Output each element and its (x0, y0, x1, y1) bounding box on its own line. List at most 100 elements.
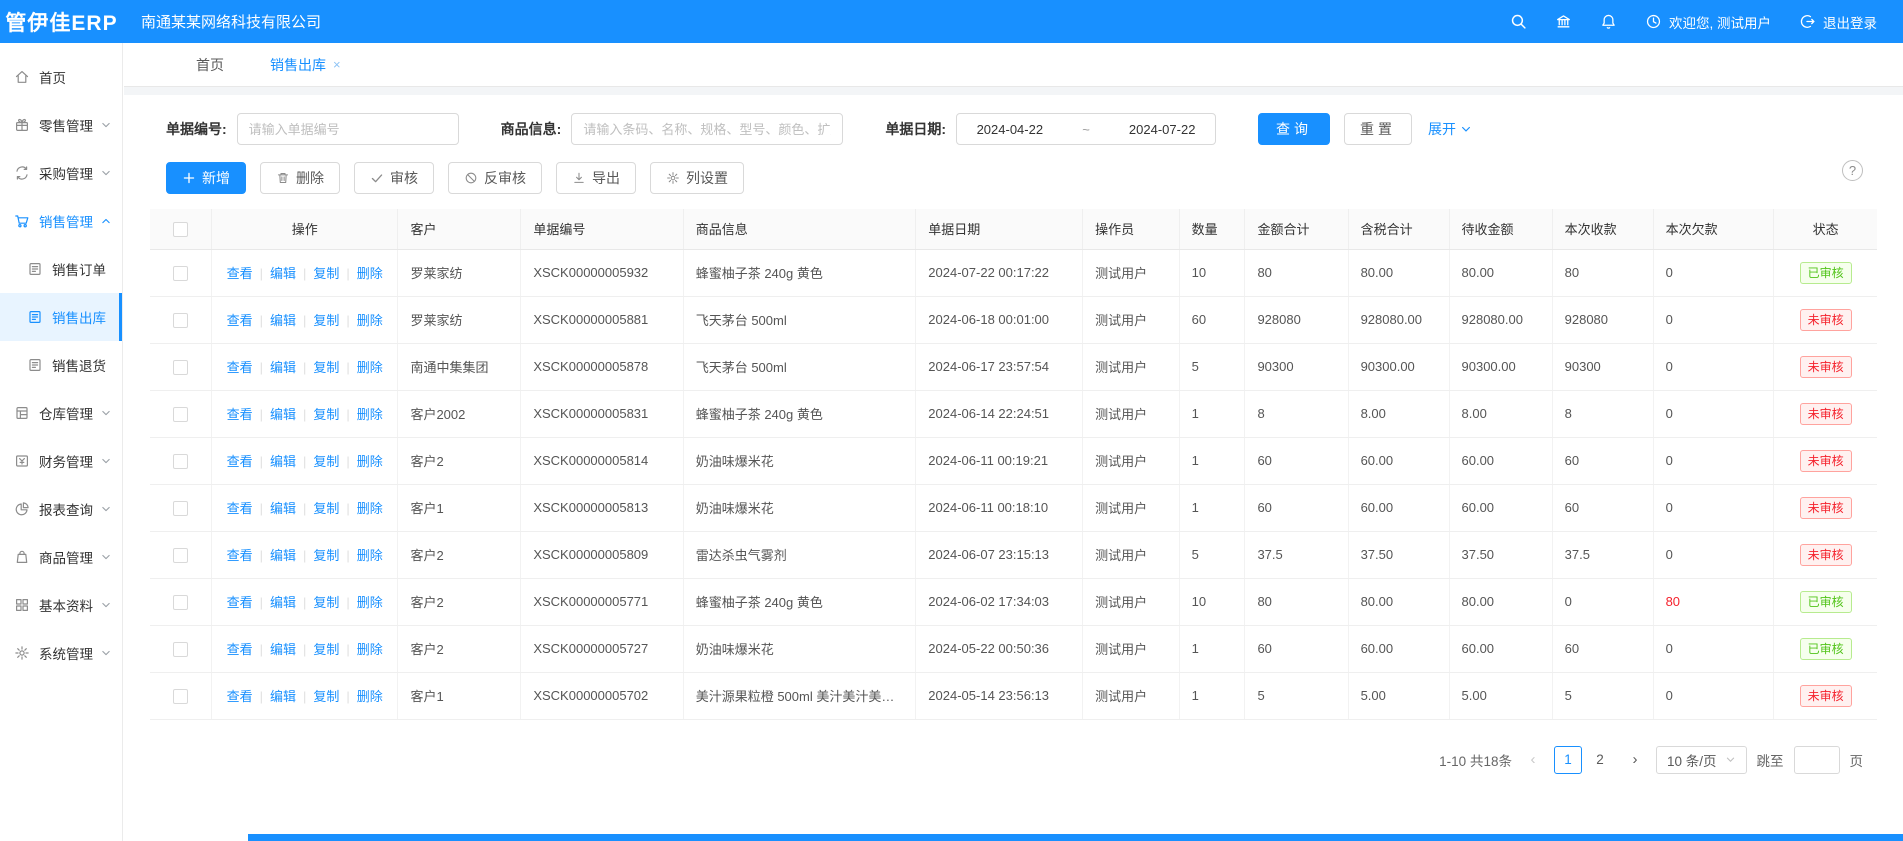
logout-button[interactable]: 退出登录 (1799, 12, 1877, 32)
row-checkbox[interactable] (173, 548, 188, 563)
row-action-0[interactable]: 查看 (227, 595, 253, 610)
doc-no-input[interactable] (237, 113, 459, 145)
row-action-2[interactable]: 复制 (313, 454, 339, 469)
row-action-2[interactable]: 复制 (313, 266, 339, 281)
tab-0[interactable]: 首页 (196, 55, 224, 75)
tab-1[interactable]: 销售出库× (270, 55, 341, 75)
row-action-3[interactable]: 删除 (357, 501, 383, 516)
row-action-3[interactable]: 删除 (357, 689, 383, 704)
row-action-3[interactable]: 删除 (357, 454, 383, 469)
jump-page-input[interactable] (1794, 746, 1840, 774)
status-badge: 未审核 (1800, 403, 1852, 425)
row-action-3[interactable]: 删除 (357, 266, 383, 281)
sidebar-item-10[interactable]: 商品管理 (0, 533, 122, 581)
row-action-1[interactable]: 编辑 (270, 595, 296, 610)
row-action-0[interactable]: 查看 (227, 642, 253, 657)
amount-tax-cell: 60.00 (1348, 437, 1449, 484)
row-action-0[interactable]: 查看 (227, 548, 253, 563)
row-checkbox[interactable] (173, 454, 188, 469)
row-action-0[interactable]: 查看 (227, 266, 253, 281)
row-action-0[interactable]: 查看 (227, 313, 253, 328)
sidebar-item-7[interactable]: 仓库管理 (0, 389, 122, 437)
amount-cell: 60 (1245, 437, 1348, 484)
sidebar-item-11[interactable]: 基本资料 (0, 581, 122, 629)
search-icon[interactable] (1510, 13, 1527, 30)
sidebar-item-0[interactable]: 首页 (0, 53, 122, 101)
row-action-3[interactable]: 删除 (357, 313, 383, 328)
row-action-2[interactable]: 复制 (313, 407, 339, 422)
row-action-3[interactable]: 删除 (357, 407, 383, 422)
search-button[interactable]: 查询 (1258, 113, 1330, 145)
prev-page-button[interactable]: ‹ (1522, 746, 1544, 774)
sidebar-item-8[interactable]: 财务管理 (0, 437, 122, 485)
product-info-input[interactable] (571, 113, 843, 145)
row-action-1[interactable]: 编辑 (270, 360, 296, 375)
row-checkbox[interactable] (173, 266, 188, 281)
sidebar-item-12[interactable]: 系统管理 (0, 629, 122, 677)
row-action-1[interactable]: 编辑 (270, 689, 296, 704)
date-range-picker[interactable]: 2024-04-22 ~ 2024-07-22 (956, 113, 1216, 145)
sidebar-item-6[interactable]: 销售退货 (0, 341, 122, 389)
row-action-3[interactable]: 删除 (357, 595, 383, 610)
page-number-1[interactable]: 1 (1554, 746, 1582, 774)
sidebar-item-4[interactable]: 销售订单 (0, 245, 122, 293)
row-checkbox[interactable] (173, 642, 188, 657)
row-action-1[interactable]: 编辑 (270, 407, 296, 422)
sidebar-item-9[interactable]: 报表查询 (0, 485, 122, 533)
row-checkbox[interactable] (173, 360, 188, 375)
row-action-2[interactable]: 复制 (313, 689, 339, 704)
row-checkbox[interactable] (173, 407, 188, 422)
row-action-2[interactable]: 复制 (313, 313, 339, 328)
row-checkbox[interactable] (173, 689, 188, 704)
row-action-0[interactable]: 查看 (227, 407, 253, 422)
date-end[interactable]: 2024-07-22 (1129, 122, 1196, 137)
close-icon[interactable]: × (333, 57, 341, 72)
row-action-3[interactable]: 删除 (357, 360, 383, 375)
page-size-value: 10 条/页 (1667, 750, 1717, 770)
toolbar-button-0[interactable]: 新增 (166, 162, 246, 194)
row-action-1[interactable]: 编辑 (270, 313, 296, 328)
expand-link[interactable]: 展开 (1428, 119, 1472, 139)
row-action-0[interactable]: 查看 (227, 689, 253, 704)
row-action-0[interactable]: 查看 (227, 454, 253, 469)
sidebar-item-3[interactable]: 销售管理 (0, 197, 122, 245)
toolbar-button-1[interactable]: 删除 (260, 162, 340, 194)
row-action-3[interactable]: 删除 (357, 548, 383, 563)
select-all-checkbox[interactable] (173, 222, 188, 237)
receivable-cell: 37.50 (1449, 531, 1552, 578)
row-action-2[interactable]: 复制 (313, 548, 339, 563)
sidebar-item-1[interactable]: 零售管理 (0, 101, 122, 149)
row-action-0[interactable]: 查看 (227, 501, 253, 516)
row-checkbox[interactable] (173, 595, 188, 610)
reset-button[interactable]: 重置 (1344, 113, 1412, 145)
toolbar-button-4[interactable]: 导出 (556, 162, 636, 194)
row-action-1[interactable]: 编辑 (270, 501, 296, 516)
row-action-2[interactable]: 复制 (313, 360, 339, 375)
toolbar-button-3[interactable]: 反审核 (448, 162, 542, 194)
row-action-3[interactable]: 删除 (357, 642, 383, 657)
row-action-1[interactable]: 编辑 (270, 642, 296, 657)
row-checkbox[interactable] (173, 313, 188, 328)
sidebar-item-2[interactable]: 采购管理 (0, 149, 122, 197)
bag-icon (14, 549, 30, 565)
row-action-0[interactable]: 查看 (227, 360, 253, 375)
row-checkbox[interactable] (173, 501, 188, 516)
welcome-user[interactable]: 欢迎您, 测试用户 (1645, 12, 1771, 32)
next-page-button[interactable]: › (1624, 746, 1646, 774)
sidebar-item-5[interactable]: 销售出库 (0, 293, 122, 341)
operator-cell: 测试用户 (1083, 249, 1180, 296)
row-action-1[interactable]: 编辑 (270, 548, 296, 563)
page-size-select[interactable]: 10 条/页 (1656, 746, 1747, 774)
help-icon[interactable]: ? (1842, 160, 1863, 181)
row-action-2[interactable]: 复制 (313, 501, 339, 516)
toolbar-button-5[interactable]: 列设置 (650, 162, 744, 194)
page-number-2[interactable]: 2 (1586, 746, 1614, 774)
bank-icon[interactable] (1555, 13, 1572, 30)
date-start[interactable]: 2024-04-22 (977, 122, 1044, 137)
toolbar-button-2[interactable]: 审核 (354, 162, 434, 194)
row-action-2[interactable]: 复制 (313, 642, 339, 657)
row-action-1[interactable]: 编辑 (270, 454, 296, 469)
row-action-1[interactable]: 编辑 (270, 266, 296, 281)
bell-icon[interactable] (1600, 13, 1617, 30)
row-action-2[interactable]: 复制 (313, 595, 339, 610)
